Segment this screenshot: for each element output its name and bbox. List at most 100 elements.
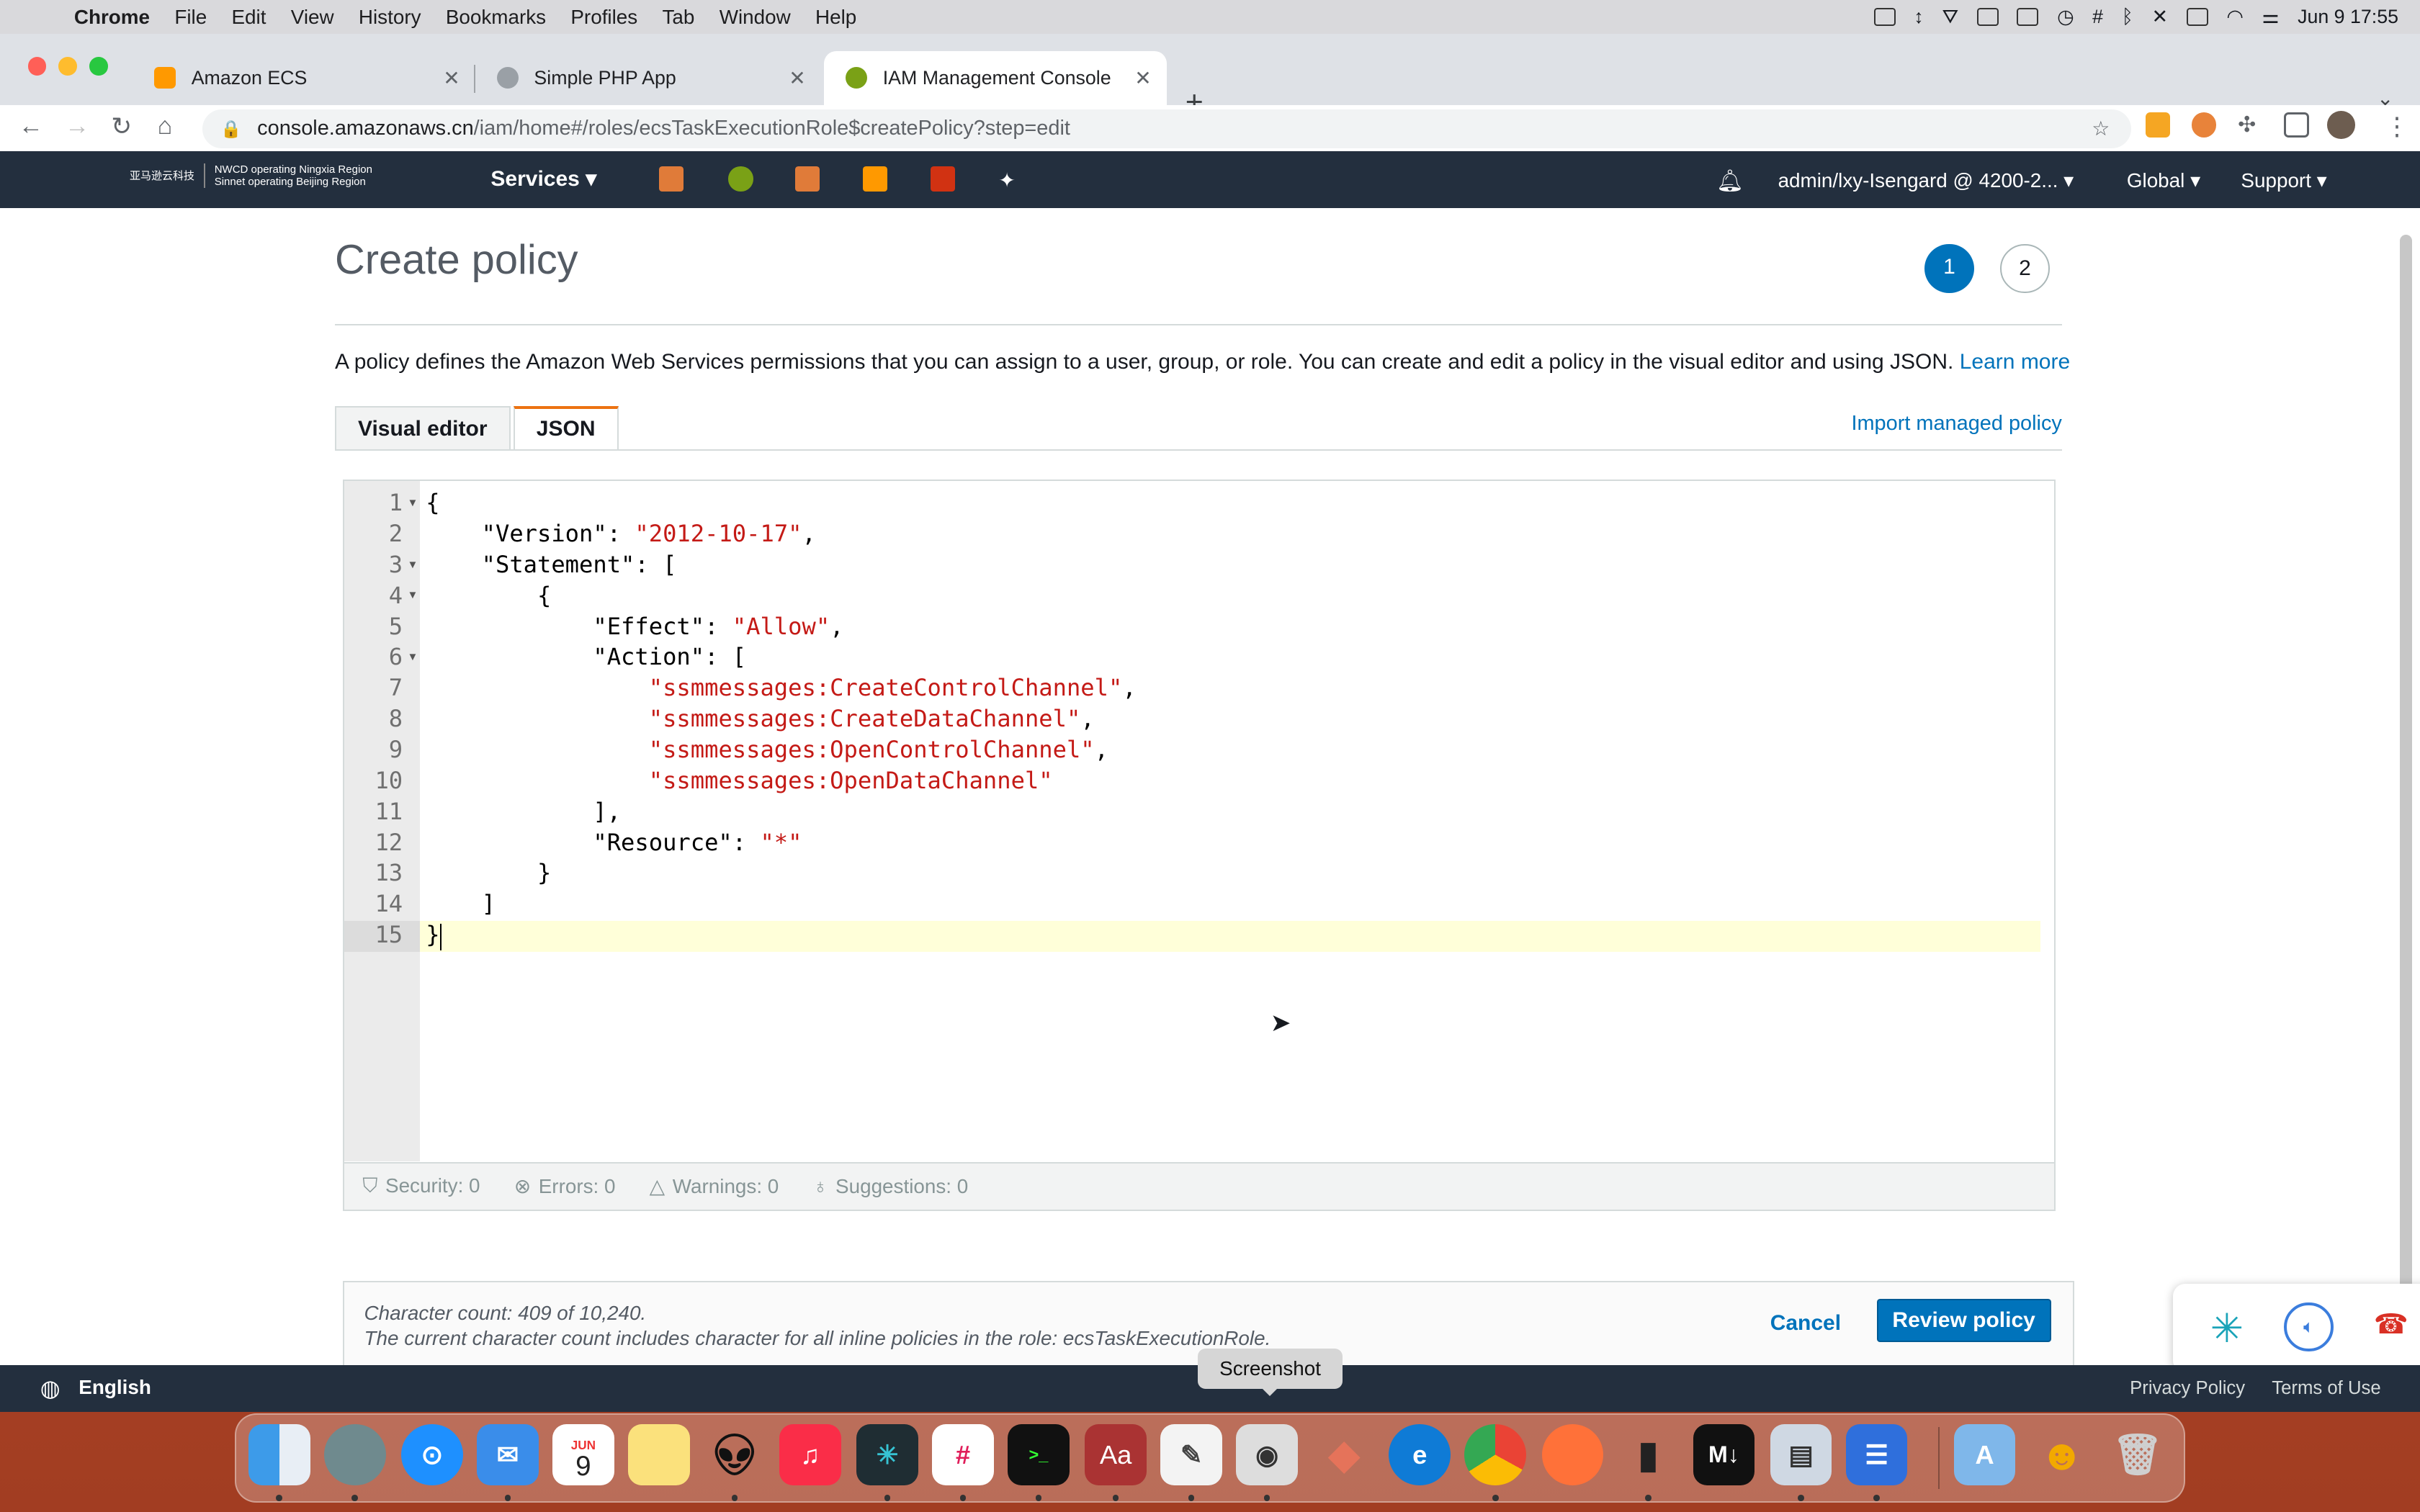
grid-icon[interactable]: #	[2092, 6, 2103, 28]
menu-profiles[interactable]: Profiles	[558, 6, 650, 29]
vpn-icon[interactable]: ⛛	[1942, 6, 1958, 29]
services-menu[interactable]: Services ▾	[490, 166, 596, 192]
suggestions-count[interactable]: ♁ Suggestions: 0	[812, 1175, 968, 1198]
fold-arrow-icon[interactable]: ▼	[408, 497, 418, 509]
back-icon[interactable]: ←	[19, 112, 43, 140]
menu-chrome[interactable]: Chrome	[62, 6, 162, 29]
mail-icon[interactable]: ✉	[476, 1423, 539, 1486]
markdown-icon[interactable]: M↓	[1693, 1423, 1755, 1486]
code-line[interactable]: "ssmmessages:CreateDataChannel",	[426, 705, 1095, 732]
mute-icon[interactable]: ✕	[2151, 6, 2167, 28]
time-machine-icon[interactable]: ◷	[2057, 6, 2074, 28]
thermometer-icon[interactable]: ▮	[1618, 1424, 1680, 1486]
globe-icon[interactable]: ◍	[40, 1374, 60, 1402]
code-line[interactable]: "ssmmessages:CreateControlChannel",	[426, 674, 1137, 701]
fold-arrow-icon[interactable]: ▼	[408, 651, 418, 663]
language-selector[interactable]: English	[79, 1376, 151, 1399]
close-tab-icon[interactable]: ✕	[443, 66, 460, 90]
code-line[interactable]: {	[426, 489, 439, 516]
tab-visual-editor[interactable]: Visual editor	[335, 405, 511, 449]
notifications-bell-icon[interactable]: 🔔︎	[1716, 168, 1744, 194]
menubar-clock[interactable]: Jun 9 17:55	[2298, 6, 2398, 28]
wifi-icon[interactable]: ◠	[2226, 6, 2243, 28]
tab-iam-console[interactable]: IAM Management Console ✕	[824, 50, 1167, 105]
menu-help[interactable]: Help	[803, 6, 869, 29]
address-bar[interactable]: 🔒 console.amazonaws.cn/iam/home#/roles/e…	[202, 109, 2132, 148]
forward-icon[interactable]: →	[65, 112, 89, 140]
amazon-icon[interactable]	[2017, 7, 2039, 27]
terms-of-use-link[interactable]: Terms of Use	[2272, 1378, 2380, 1399]
json-editor[interactable]: 1 ▼ {2 "Version": "2012-10-17", 3 ▼ "Stateme…	[342, 480, 2056, 1164]
bookmark-star-icon[interactable]: ☆	[2092, 117, 2110, 140]
code-line[interactable]: {	[426, 582, 551, 609]
aws-extension-icon[interactable]	[2145, 112, 2170, 138]
appstore-folder-icon[interactable]: A	[1953, 1423, 2016, 1486]
minimize-window-icon[interactable]	[58, 57, 78, 76]
screenshot-icon[interactable]: ◉	[1236, 1423, 1298, 1486]
code-line[interactable]: "Action": [	[426, 643, 746, 670]
import-managed-policy-link[interactable]: Import managed policy	[1851, 412, 2061, 436]
close-tab-icon[interactable]: ✕	[1134, 66, 1151, 90]
puzzle-extensions-icon[interactable]: ✣	[2238, 112, 2256, 138]
cancel-button[interactable]: Cancel	[1770, 1311, 1841, 1336]
perplexity-icon[interactable]: ✳	[2210, 1305, 2244, 1352]
bluetooth-icon[interactable]: ᛒ	[2122, 6, 2133, 28]
ec2-shortcut-icon[interactable]	[862, 166, 888, 192]
privacy-policy-link[interactable]: Privacy Policy	[2130, 1378, 2245, 1399]
security-count[interactable]: ⛉ Security: 0	[362, 1174, 480, 1198]
battery-app-icon[interactable]	[1976, 7, 1999, 27]
tab-amazon-ecs[interactable]: Amazon ECS ✕	[133, 51, 475, 105]
iam-shortcut-icon[interactable]	[728, 166, 753, 192]
close-tab-icon[interactable]: ✕	[789, 66, 805, 90]
reload-icon[interactable]: ↻	[111, 112, 132, 141]
code-line[interactable]: "Effect": "Allow",	[426, 613, 843, 640]
fold-arrow-icon[interactable]: ▼	[408, 589, 418, 601]
safari-icon[interactable]: ⊙	[400, 1423, 463, 1486]
zoom-window-icon[interactable]	[89, 57, 108, 76]
code-line[interactable]: "Resource": "*"	[426, 829, 802, 856]
preview-icon[interactable]: ▤	[1770, 1423, 1832, 1486]
profile-avatar[interactable]	[2327, 111, 2355, 139]
code-line[interactable]: }	[426, 859, 551, 886]
menu-window[interactable]: Window	[707, 6, 803, 29]
warnings-count[interactable]: △ Warnings: 0	[650, 1174, 779, 1198]
hang-up-icon[interactable]: ☎	[2374, 1308, 2408, 1341]
chrome-icon[interactable]	[1464, 1423, 1527, 1486]
menu-edit[interactable]: Edit	[219, 6, 278, 29]
menu-view[interactable]: View	[279, 6, 346, 29]
battery-icon[interactable]	[2186, 7, 2208, 27]
mascot-icon[interactable]: ☻	[2031, 1424, 2093, 1486]
trash-icon[interactable]: 🗑︎	[2107, 1424, 2169, 1486]
region-menu[interactable]: Global ▾	[2127, 168, 2200, 192]
menu-file[interactable]: File	[162, 6, 219, 29]
perplexity-app-icon[interactable]: ✳	[856, 1423, 918, 1486]
notes-icon[interactable]	[627, 1423, 690, 1486]
lock-icon[interactable]: 🔒	[220, 119, 241, 139]
errors-count[interactable]: ⊗ Errors: 0	[514, 1174, 616, 1198]
page-scrollbar[interactable]	[2400, 234, 2413, 1300]
home-icon[interactable]: ⌂	[158, 112, 173, 140]
codepipeline-shortcut-icon[interactable]	[931, 166, 956, 192]
learn-more-link[interactable]: Learn more	[1960, 350, 2070, 374]
code-line[interactable]: ],	[426, 798, 621, 825]
menu-history[interactable]: History	[346, 6, 434, 29]
pin-icon[interactable]: ✦	[998, 168, 1015, 192]
keyboard-icon[interactable]	[1873, 7, 1896, 27]
tab-json[interactable]: JSON	[513, 405, 619, 449]
code-line[interactable]: "ssmmessages:OpenDataChannel"	[426, 767, 1053, 794]
ecs-shortcut-icon[interactable]	[794, 166, 820, 192]
code-line[interactable]: "Version": "2012-10-17",	[426, 520, 816, 547]
files-icon[interactable]: ☰	[1845, 1423, 1908, 1486]
aws-china-logo[interactable]: 亚马逊云科技 NWCD operating Ningxia Region Sin…	[130, 163, 372, 189]
edge-icon[interactable]: e	[1389, 1423, 1451, 1486]
code-line[interactable]: "Statement": [	[426, 551, 677, 578]
menu-tab[interactable]: Tab	[650, 6, 707, 29]
music-icon[interactable]: ♫	[779, 1423, 841, 1486]
network-icon[interactable]	[323, 1423, 386, 1486]
textedit-icon[interactable]: ✎	[1160, 1423, 1222, 1486]
code-line[interactable]: }	[426, 921, 439, 948]
close-window-icon[interactable]	[27, 57, 47, 76]
chrome-menu-icon[interactable]: ⋮	[2385, 112, 2409, 141]
service-shortcut-icon[interactable]	[659, 166, 684, 192]
review-policy-button[interactable]: Review policy	[1876, 1299, 2051, 1343]
